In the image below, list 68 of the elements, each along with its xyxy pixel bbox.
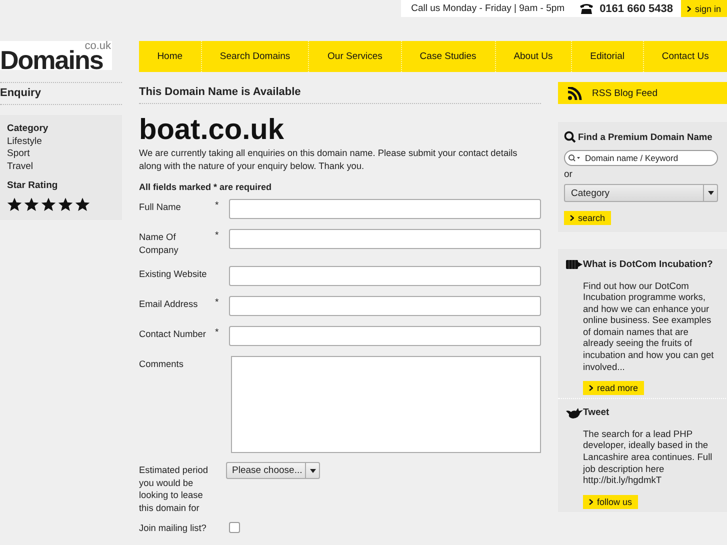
category-heading: Category — [7, 123, 50, 136]
search-title: Find a Premium Domain Name — [578, 132, 712, 142]
mailing-list-checkbox[interactable] — [229, 522, 240, 533]
domain-name: boat.co.uk — [139, 115, 286, 145]
star-icon — [41, 196, 56, 212]
phone-number: 0161 660 5438 — [600, 2, 673, 14]
category-link[interactable]: Lifestyle — [7, 136, 114, 148]
input-field[interactable] — [229, 229, 541, 249]
nav-link[interactable]: Case Studies — [402, 41, 496, 72]
battery-icon — [566, 260, 583, 269]
field-label: Estimated period you would be looking to lease this domain for — [139, 464, 209, 514]
input-field[interactable] — [229, 296, 541, 316]
category-link[interactable]: Sport — [7, 148, 114, 160]
nav-link[interactable]: About Us — [496, 41, 572, 72]
block-title: What is DotCom Incubation? — [583, 259, 714, 272]
rss-icon — [568, 86, 582, 100]
block-button[interactable]: follow us — [583, 494, 638, 509]
sign-in-button[interactable]: sign in — [680, 0, 727, 17]
period-dropdown[interactable]: Please choose... — [226, 462, 320, 479]
block-text: Find out how our DotCom Incubation programme works, and how we can enhance your online business. See examples of domain names that are already seeing the fruits of incubation and how you can get involved... — [583, 280, 714, 374]
nav-link[interactable]: Contact Us — [644, 41, 727, 72]
phone-icon — [578, 3, 594, 14]
nav-link[interactable]: Our Services — [309, 41, 402, 72]
field-label: Email Address — [139, 298, 199, 310]
chevron-icon — [686, 6, 691, 12]
bird-icon — [566, 408, 583, 420]
required-note: All fields marked * are required — [139, 182, 273, 192]
opening-hours: Call us Monday - Friday | 9am - 5pm — [411, 3, 565, 14]
block-text: The search for a lead PHP developer, ideally based in the Lancashire area continues. Full job description here http://bit.ly/hgdmkT — [583, 428, 714, 487]
field-label: Existing Website — [139, 268, 208, 280]
star-icon — [58, 196, 73, 212]
rss-feed-link[interactable]: RSS Blog Feed — [558, 82, 727, 104]
comments-field[interactable] — [231, 356, 541, 453]
chevron-icon — [589, 385, 593, 392]
block-title: Tweet — [583, 407, 610, 420]
required-marker: * — [215, 200, 219, 211]
required-marker: * — [215, 230, 219, 241]
input-field[interactable] — [229, 199, 541, 219]
caret-icon — [708, 191, 714, 195]
field-label: Full Name — [139, 201, 182, 214]
star-icon — [7, 196, 22, 212]
field-label: Name Of Company — [139, 231, 180, 256]
chevron-icon — [589, 498, 593, 505]
required-marker: * — [215, 327, 219, 338]
nav-link[interactable]: Home — [139, 41, 202, 72]
category-link[interactable]: Travel — [7, 160, 114, 173]
star-rating-heading: Star Rating — [7, 180, 59, 192]
enquiry-title: Enquiry — [0, 82, 122, 105]
section-heading: This Domain Name is Available — [139, 82, 541, 104]
intro-text: We are currently taking all enquiries on this domain name. Please submit your contact details along with the nature of your enquiry below. Thank you. — [139, 147, 518, 172]
field-label: Join mailing list? — [139, 522, 208, 534]
star-icon — [24, 196, 39, 212]
input-field[interactable] — [229, 326, 541, 346]
caret-icon — [310, 468, 316, 472]
nav-link[interactable]: Search Domains — [202, 41, 310, 72]
chevron-icon — [570, 215, 574, 221]
category-dropdown[interactable]: Category — [564, 184, 718, 202]
field-label: Comments — [139, 358, 184, 370]
or-text: or — [564, 169, 574, 180]
star-icon — [75, 196, 90, 212]
required-marker: * — [215, 297, 219, 308]
block-button[interactable]: read more — [583, 381, 644, 396]
input-field[interactable] — [229, 266, 541, 286]
field-label: Contact Number — [139, 328, 207, 340]
search-field[interactable]: Domain name / Keyword — [564, 150, 718, 166]
search-icon — [564, 131, 576, 143]
search-button[interactable]: search — [564, 211, 612, 225]
nav-link[interactable]: Editorial — [572, 41, 644, 72]
